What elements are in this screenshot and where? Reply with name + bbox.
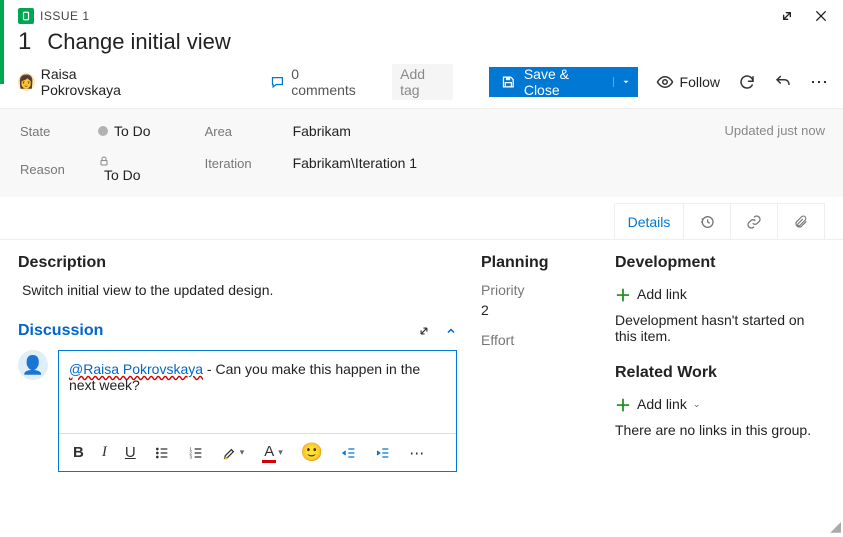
assignee-name: Raisa Pokrovskaya [41,66,153,98]
description-text[interactable]: Switch initial view to the updated desig… [22,282,457,298]
area-value[interactable]: Fabrikam [293,123,351,139]
italic-button[interactable]: I [102,444,107,461]
state-dot-icon [98,126,108,136]
collapse-discussion-icon[interactable] [445,325,457,337]
comment-editor[interactable]: @Raisa Pokrovskaya - Can you make this h… [58,350,457,472]
svg-text:3: 3 [189,454,192,459]
work-item-number: 1 [18,28,31,56]
follow-label: Follow [680,74,720,90]
resize-grip-icon[interactable]: ◢ [830,518,841,535]
comment-input[interactable]: @Raisa Pokrovskaya - Can you make this h… [59,351,456,433]
comments-text: 0 comments [291,66,362,98]
save-close-splitbutton: Save & Close [489,67,637,97]
development-heading: Development [615,254,825,272]
development-empty-text: Development hasn't started on this item. [615,312,825,344]
state-value[interactable]: To Do [98,123,151,139]
related-heading: Related Work [615,364,825,382]
state-label: State [20,124,80,139]
issue-type-label: ISSUE 1 [40,9,90,23]
font-color-button[interactable]: A▾ [262,443,283,463]
bullet-list-button[interactable] [154,445,170,461]
numbered-list-button[interactable]: 123 [188,445,204,461]
priority-value[interactable]: 2 [481,302,591,318]
mention-chip[interactable]: @Raisa Pokrovskaya [69,361,203,377]
save-dropdown-button[interactable] [613,77,637,87]
add-tag-button[interactable]: Add tag [392,64,453,100]
more-format-button[interactable]: ⋯ [409,444,424,462]
close-icon[interactable] [813,8,829,24]
plus-icon: ＋ [615,392,631,416]
follow-button[interactable]: Follow [656,73,720,91]
related-empty-text: There are no links in this group. [615,422,825,438]
bold-button[interactable]: B [73,444,84,461]
related-add-link-label: Add link [637,396,687,412]
emoji-button[interactable]: 🙂 [301,442,323,463]
lock-icon [98,155,141,167]
plus-icon: ＋ [615,282,631,306]
save-close-label: Save & Close [524,66,602,98]
discussion-heading: Discussion [18,322,103,340]
accent-bar [0,0,4,84]
refresh-icon[interactable] [738,73,756,91]
chevron-down-icon: ⌄ [693,399,701,410]
updated-timestamp: Updated just now [725,123,825,138]
fullscreen-icon[interactable] [779,8,795,24]
planning-heading: Planning [481,254,591,272]
assignee-picker[interactable]: 👩 Raisa Pokrovskaya [18,66,152,98]
current-user-avatar: 👤 [18,350,48,380]
save-close-button[interactable]: Save & Close [489,66,613,98]
expand-discussion-icon[interactable] [417,324,431,338]
dev-add-link-button[interactable]: ＋ Add link [615,282,825,306]
reason-value[interactable]: To Do [98,155,141,183]
effort-label: Effort [481,332,591,348]
related-add-link-button[interactable]: ＋ Add link ⌄ [615,392,825,416]
issue-type-icon [18,8,34,24]
indent-button[interactable] [375,445,391,461]
outdent-button[interactable] [341,445,357,461]
description-heading: Description [18,254,457,272]
iteration-value[interactable]: Fabrikam\Iteration 1 [293,155,418,171]
tab-links[interactable] [730,203,778,239]
dev-add-link-label: Add link [637,286,687,302]
tab-details[interactable]: Details [614,203,684,239]
priority-label: Priority [481,282,591,298]
reason-label: Reason [20,162,80,177]
comments-count[interactable]: 0 comments [270,66,362,98]
underline-button[interactable]: U [125,444,136,461]
more-actions-button[interactable]: ⋯ [810,72,829,93]
tab-attachments[interactable] [777,203,825,239]
avatar-icon: 👩 [18,73,35,91]
undo-icon[interactable] [774,73,792,91]
tab-history[interactable] [683,203,731,239]
iteration-label: Iteration [205,156,275,171]
area-label: Area [205,124,275,139]
work-item-title[interactable]: Change initial view [47,29,230,55]
highlight-button[interactable]: ▾ [222,445,245,461]
